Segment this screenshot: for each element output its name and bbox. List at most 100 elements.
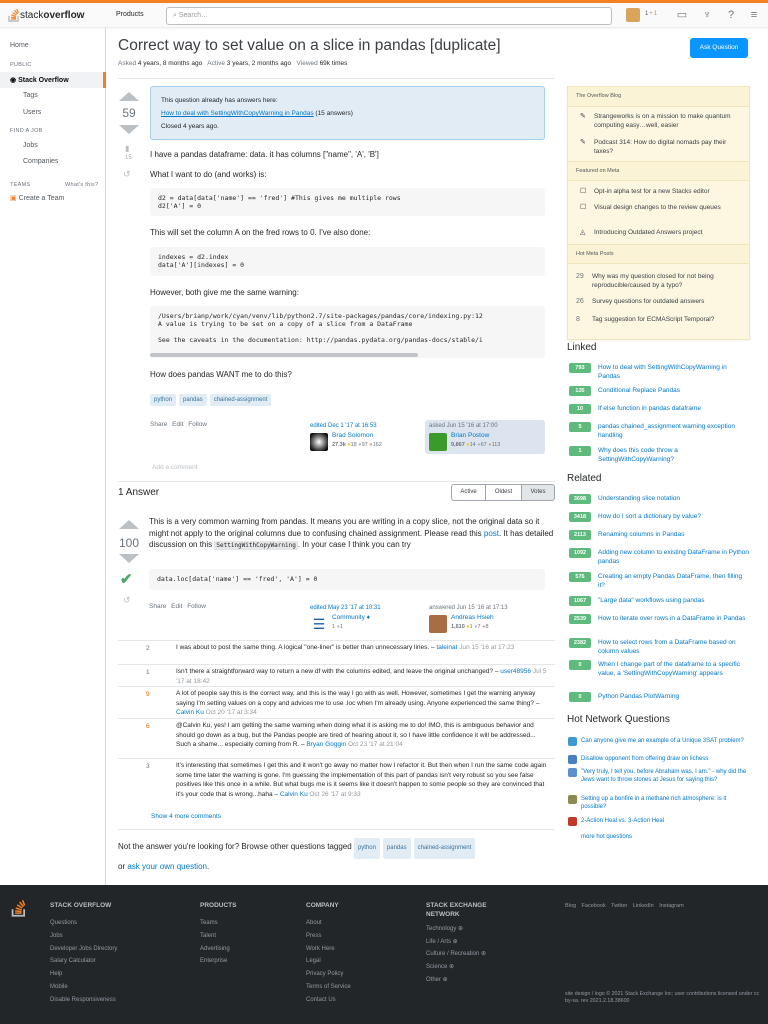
question-link[interactable]: Adding new column to existing DataFrame … (598, 548, 750, 566)
footer-link[interactable]: Developer Jobs Directory (50, 946, 117, 952)
footer-link[interactable]: Press (306, 933, 321, 939)
code-scrollbar[interactable] (150, 353, 418, 357)
question-link[interactable]: Conditional Replace Pandas (598, 386, 750, 395)
answerer-avatar[interactable] (429, 615, 447, 633)
tag-python[interactable]: python (150, 394, 177, 406)
user-avatar[interactable] (626, 8, 640, 22)
community-avatar[interactable]: ☰ (310, 615, 328, 633)
post-link[interactable]: post (484, 529, 499, 538)
ask-question-button[interactable]: Ask Question (690, 38, 748, 58)
tag-chained-assignment[interactable]: chained-assignment (209, 394, 272, 406)
asker-avatar[interactable] (429, 433, 447, 451)
tag-pandas[interactable]: pandas (179, 394, 207, 406)
question-link[interactable]: When I change part of the dataframe to a… (598, 660, 750, 678)
comment-date[interactable]: Oct 20 '17 at 3:34 (204, 709, 257, 716)
question-link[interactable]: How do I sort a dictionary by value? (598, 512, 750, 521)
editor-name[interactable]: Brad Solomon (332, 432, 373, 439)
tag-chained-assignment[interactable]: chained-assignment (413, 838, 476, 859)
follow-link[interactable]: Follow (188, 421, 207, 428)
footer-link[interactable]: Culture / Recreation ⊕ (426, 950, 486, 957)
meta-item[interactable]: ☐ Opt-in alpha test for a new Stacks edit… (580, 187, 745, 196)
nav-stack-overflow[interactable]: ◉ Stack Overflow (0, 72, 106, 88)
show-more-comments-link[interactable]: Show 4 more comments (151, 813, 221, 820)
question-link[interactable]: "Large data" workflows using pandas (598, 596, 750, 605)
site-switcher-icon[interactable]: ≡ (748, 9, 760, 21)
help-icon[interactable]: ? (725, 9, 737, 21)
nav-users[interactable]: Users (23, 109, 41, 116)
create-team-link[interactable]: ▣ Create a Team (10, 194, 64, 202)
footer-link[interactable]: Technology ⊕ (426, 925, 463, 932)
editor-avatar[interactable] (310, 433, 328, 451)
question-link[interactable]: How to deal with SettingWithCopyWarning … (598, 363, 750, 381)
asker-name[interactable]: Brian Postow (451, 432, 489, 439)
blog-item[interactable]: ✎ Podcast 314: How do digital nomads pay … (580, 138, 745, 156)
sort-votes[interactable]: Votes (522, 484, 555, 501)
tag-python[interactable]: python (353, 838, 380, 859)
linkedin-link[interactable]: LinkedIn (633, 903, 654, 909)
footer-link[interactable]: Enterprise (200, 958, 227, 964)
footer-link[interactable]: Contact Us (306, 997, 336, 1003)
question-link[interactable]: If else function in pandas dataframe (598, 404, 750, 413)
hot-meta-item[interactable]: 8 Tag suggestion for ECMAScript Temporal? (576, 315, 741, 324)
footer-logo-icon[interactable] (11, 899, 27, 917)
footer-link[interactable]: Legal (306, 958, 321, 964)
nav-home[interactable]: Home (10, 42, 29, 49)
answer-upvote-button[interactable] (119, 520, 139, 529)
history-icon[interactable]: ↺ (123, 169, 131, 180)
hot-question-link[interactable]: "Very truly, I tell you, before Abraham … (581, 768, 751, 784)
sort-oldest[interactable]: Oldest (486, 484, 522, 501)
search-input[interactable]: ⌕ Search… (166, 7, 612, 25)
footer-link[interactable]: About (306, 920, 322, 926)
edited-time[interactable]: edited May 23 '17 at 10:31 (310, 605, 422, 611)
comment-date[interactable]: Jun 15 '16 at 17:23 (457, 644, 514, 651)
edit-link[interactable]: Edit (171, 603, 182, 610)
question-link[interactable]: Python Pandas PlotWarning (598, 692, 750, 701)
footer-link[interactable]: Talent (200, 933, 216, 939)
whats-this-link[interactable]: What's this? (65, 182, 98, 188)
footer-link[interactable]: Questions (50, 920, 77, 926)
ask-own-question-link[interactable]: ask your own question (127, 862, 207, 871)
hot-question-link[interactable]: 2-Action Heal vs. 3-Action Heal (581, 817, 751, 825)
question-link[interactable]: pandas chained_assignment warning except… (598, 422, 750, 440)
footer-link[interactable]: Work Here (306, 946, 335, 952)
active-value[interactable]: 3 years, 2 months ago (227, 60, 291, 67)
footer-link[interactable]: Jobs (50, 933, 63, 939)
question-link[interactable]: Creating an empty Pandas DataFrame, then… (598, 572, 750, 590)
blog-link[interactable]: Blog (565, 903, 576, 909)
community-name[interactable]: Community ♦ (332, 614, 370, 621)
tag-pandas[interactable]: pandas (382, 838, 411, 859)
hot-meta-item[interactable]: 29 Why was my question closed for not bei… (576, 272, 741, 290)
answerer-name[interactable]: Andreas Hsieh (451, 614, 494, 621)
instagram-link[interactable]: Instagram (659, 903, 683, 909)
comment-author[interactable]: Calvin Ku (280, 791, 308, 798)
edited-time[interactable]: edited Dec 1 '17 at 16:53 (310, 423, 422, 429)
hot-question-link[interactable]: Setting up a bonfire in a methane rich a… (581, 795, 751, 811)
more-hot-questions-link[interactable]: more hot questions (581, 834, 632, 840)
footer-link[interactable]: Teams (200, 920, 218, 926)
footer-link[interactable]: Terms of Service (306, 984, 351, 990)
sort-active[interactable]: Active (451, 484, 486, 501)
facebook-link[interactable]: Facebook (582, 903, 606, 909)
upvote-button[interactable] (119, 92, 139, 101)
footer-link[interactable]: Advertising (200, 946, 230, 952)
share-link[interactable]: Share (150, 421, 167, 428)
meta-item[interactable]: ☐ Visual design changes to the review que… (580, 203, 745, 212)
nav-tags[interactable]: Tags (23, 92, 38, 99)
footer-link[interactable]: Mobile (50, 984, 68, 990)
question-link[interactable]: Why does this code throw a SettingWithCo… (598, 446, 750, 464)
answer-downvote-button[interactable] (119, 554, 139, 563)
footer-link[interactable]: Help (50, 971, 62, 977)
bookmark-icon[interactable]: ▮ (125, 144, 129, 153)
history-icon[interactable]: ↺ (123, 595, 131, 606)
products-menu[interactable]: Products (116, 11, 144, 18)
add-comment-link[interactable]: Add a comment (152, 464, 198, 471)
nav-jobs[interactable]: Jobs (23, 142, 38, 149)
meta-item[interactable]: ◬ Introducing Outdated Answers project (580, 228, 745, 237)
trophy-icon[interactable]: ♆ (701, 9, 713, 21)
hot-question-link[interactable]: Can anyone give me an example of a Uniqu… (581, 737, 751, 745)
hot-question-link[interactable]: Disallow opponent from offering draw on … (581, 755, 751, 763)
comment-date[interactable]: Oct 26 '17 at 9:33 (308, 791, 360, 798)
edit-link[interactable]: Edit (172, 421, 183, 428)
downvote-button[interactable] (119, 125, 139, 134)
twitter-link[interactable]: Twitter (611, 903, 627, 909)
